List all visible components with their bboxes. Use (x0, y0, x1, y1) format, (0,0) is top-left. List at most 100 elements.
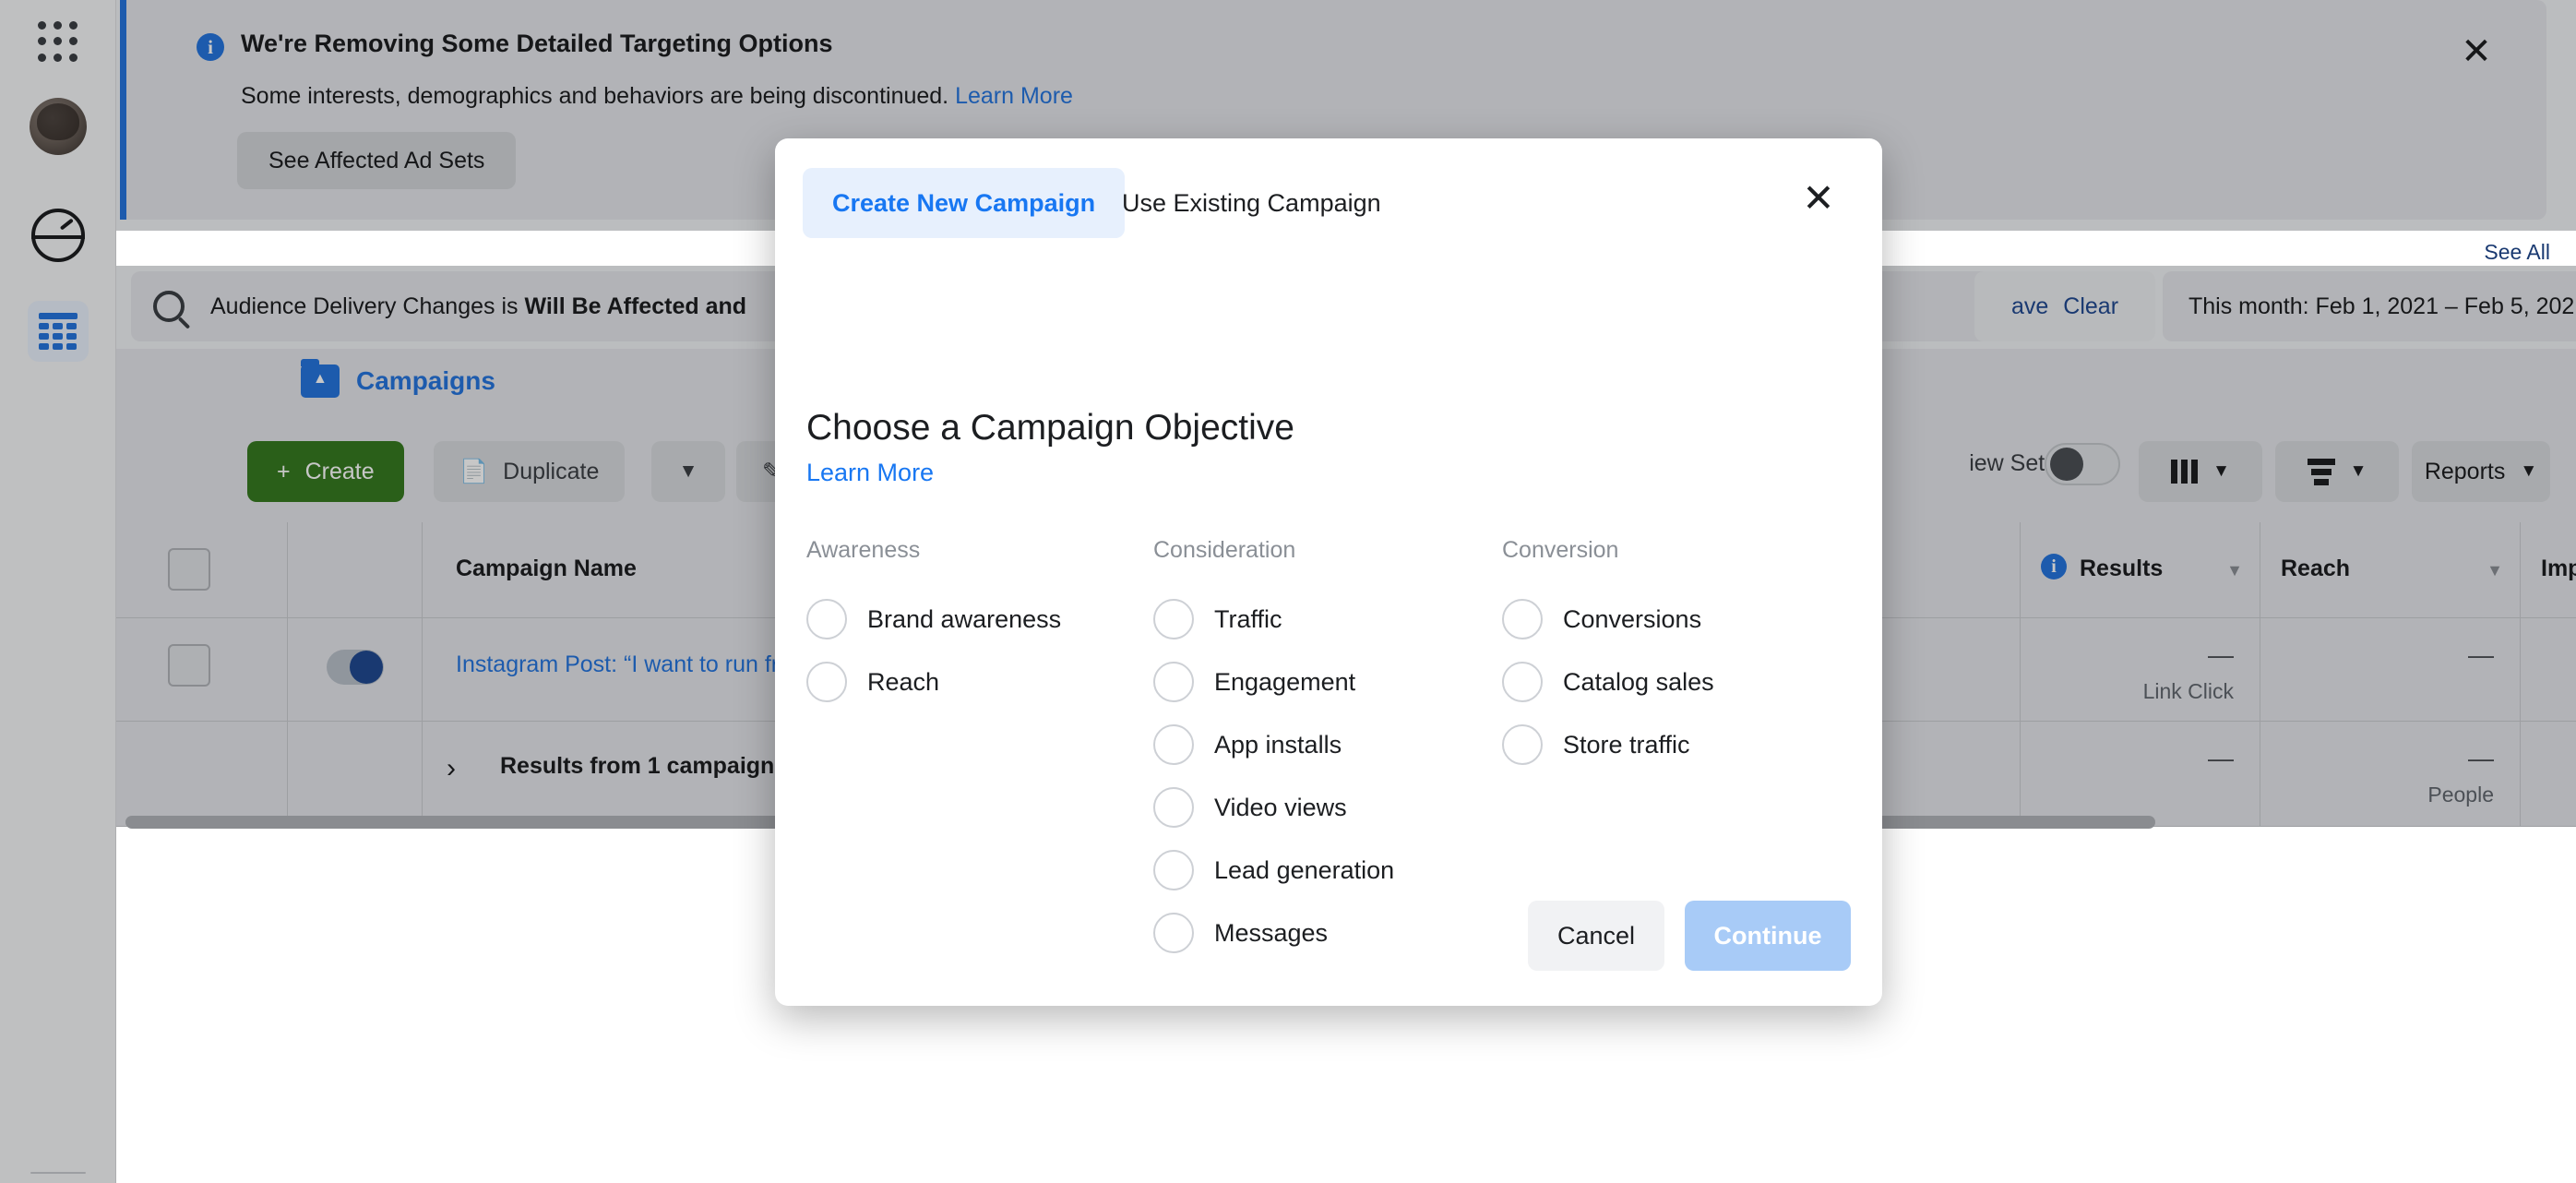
banner-learn-more-link[interactable]: Learn More (955, 83, 1073, 109)
option-label: Store traffic (1563, 730, 1690, 759)
objective-option-messages[interactable]: Messages (1153, 902, 1502, 964)
radio-icon[interactable] (1153, 787, 1194, 828)
objective-option-store-traffic[interactable]: Store traffic (1502, 713, 1849, 776)
summary-cell-impressions (2521, 722, 2576, 826)
apps-grid-icon[interactable] (37, 20, 79, 63)
sort-chevron-icon[interactable]: ▼ (2226, 561, 2243, 580)
summary-reach-sublabel: People (2427, 783, 2494, 807)
objective-option-brand-awareness[interactable]: Brand awareness (806, 588, 1153, 651)
columns-icon (2171, 460, 2199, 484)
results-sublabel: Link Click (2142, 679, 2234, 703)
avatar[interactable] (29, 98, 87, 155)
breakdown-button[interactable]: ▼ (2275, 441, 2399, 502)
close-icon[interactable]: ✕ (2454, 30, 2498, 74)
radio-icon[interactable] (1153, 724, 1194, 765)
radio-icon[interactable] (1153, 913, 1194, 953)
option-label: Engagement (1214, 667, 1356, 696)
see-affected-ad-sets-button[interactable]: See Affected Ad Sets (237, 132, 517, 189)
info-icon: i (2041, 554, 2067, 580)
option-label: Brand awareness (867, 604, 1062, 633)
gauge-icon[interactable] (30, 209, 85, 262)
row-cell-impressions (2521, 618, 2576, 721)
duplicate-dropdown-button[interactable]: ▼ (651, 441, 725, 502)
left-rail (0, 0, 116, 1183)
view-setup-toggle[interactable] (2045, 443, 2120, 485)
row-checkbox[interactable] (168, 644, 210, 687)
objective-option-traffic[interactable]: Traffic (1153, 588, 1502, 651)
header-cell-impressions: Impression (2521, 522, 2576, 617)
create-label: Create (304, 458, 375, 484)
radio-icon[interactable] (1502, 599, 1543, 639)
objective-option-catalog-sales[interactable]: Catalog sales (1502, 651, 1849, 713)
banner-body: Some interests, demographics and behavio… (241, 83, 1073, 110)
plus-icon: + (277, 458, 291, 484)
duplicate-icon: 📄 (459, 458, 489, 484)
column-header-results: Results (2080, 556, 2164, 581)
summary-text: Results from 1 campaign (500, 753, 775, 779)
modal-learn-more-link[interactable]: Learn More (806, 459, 934, 487)
summary-cell-toggle (288, 722, 423, 826)
row-cell-reach: — (2260, 618, 2521, 721)
continue-button[interactable]: Continue (1685, 901, 1851, 971)
objective-option-reach[interactable]: Reach (806, 651, 1153, 713)
breadcrumb-label: Campaigns (356, 366, 495, 395)
screen: i We're Removing Some Detailed Targeting… (0, 0, 2576, 1183)
reach-value: — (2468, 640, 2494, 669)
breadcrumb[interactable]: Campaigns (301, 359, 495, 398)
cancel-button[interactable]: Cancel (1528, 901, 1664, 971)
summary-cell-select (116, 722, 288, 826)
date-range-picker[interactable]: This month: Feb 1, 2021 – Feb 5, 2021 ▼ (2163, 271, 2576, 341)
column-header-campaign-name: Campaign Name (456, 556, 637, 581)
radio-icon[interactable] (1153, 599, 1194, 639)
select-all-checkbox[interactable] (168, 548, 210, 591)
radio-icon[interactable] (1502, 724, 1543, 765)
row-cell-results: — Link Click (2021, 618, 2260, 721)
column-heading-awareness: Awareness (806, 537, 921, 563)
close-icon[interactable]: ✕ (1794, 173, 1843, 223)
reports-button[interactable]: Reports ▼ (2412, 441, 2550, 502)
table-icon[interactable] (27, 301, 89, 362)
objective-option-conversions[interactable]: Conversions (1502, 588, 1849, 651)
summary-results-value: — (2208, 744, 2234, 772)
objective-option-lead-generation[interactable]: Lead generation (1153, 839, 1502, 902)
save-clear-group[interactable]: ave Clear (1974, 271, 2155, 341)
modal-tabs: Create New Campaign Use Existing Campaig… (775, 138, 1882, 258)
chevron-down-icon: ▼ (678, 460, 698, 482)
radio-icon[interactable] (1153, 850, 1194, 890)
objective-option-engagement[interactable]: Engagement (1153, 651, 1502, 713)
header-cell-results: i Results ▼ (2021, 522, 2260, 617)
option-label: Conversions (1563, 604, 1702, 633)
row-cell-toggle (288, 618, 423, 721)
summary-reach-value: — (2468, 744, 2494, 772)
columns-button[interactable]: ▼ (2139, 441, 2262, 502)
summary-label: Results from 1 campaign i (500, 753, 812, 780)
duplicate-button[interactable]: 📄 Duplicate (434, 441, 626, 502)
radio-icon[interactable] (1153, 662, 1194, 702)
save-link[interactable]: ave (2011, 293, 2048, 320)
clear-link[interactable]: Clear (2063, 293, 2118, 320)
expand-chevron-icon[interactable]: › (447, 753, 456, 784)
option-label: Catalog sales (1563, 667, 1714, 696)
header-cell-select (116, 522, 288, 617)
option-label: Reach (867, 667, 940, 696)
see-all-link[interactable]: See All (2484, 240, 2550, 265)
radio-icon[interactable] (806, 662, 847, 702)
tab-use-existing-campaign[interactable]: Use Existing Campaign (1105, 168, 1398, 238)
header-cell-toggle (288, 522, 423, 617)
banner-body-text: Some interests, demographics and behavio… (241, 83, 949, 109)
create-campaign-modal: Create New Campaign Use Existing Campaig… (775, 138, 1882, 1006)
breakdown-icon (2307, 458, 2335, 485)
option-label: Messages (1214, 918, 1329, 947)
chevron-down-icon: ▼ (2520, 461, 2538, 481)
radio-icon[interactable] (1502, 662, 1543, 702)
column-heading-consideration: Consideration (1153, 537, 1296, 563)
campaign-active-toggle[interactable] (327, 650, 384, 685)
sort-chevron-icon[interactable]: ▼ (2487, 561, 2503, 580)
create-button[interactable]: + Create (247, 441, 404, 502)
objective-option-video-views[interactable]: Video views (1153, 776, 1502, 839)
radio-icon[interactable] (806, 599, 847, 639)
tab-create-new-campaign[interactable]: Create New Campaign (803, 168, 1126, 238)
objective-option-app-installs[interactable]: App installs (1153, 713, 1502, 776)
date-range-label: This month: Feb 1, 2021 – Feb 5, 2021 (2188, 293, 2576, 319)
option-label: Lead generation (1214, 855, 1395, 884)
